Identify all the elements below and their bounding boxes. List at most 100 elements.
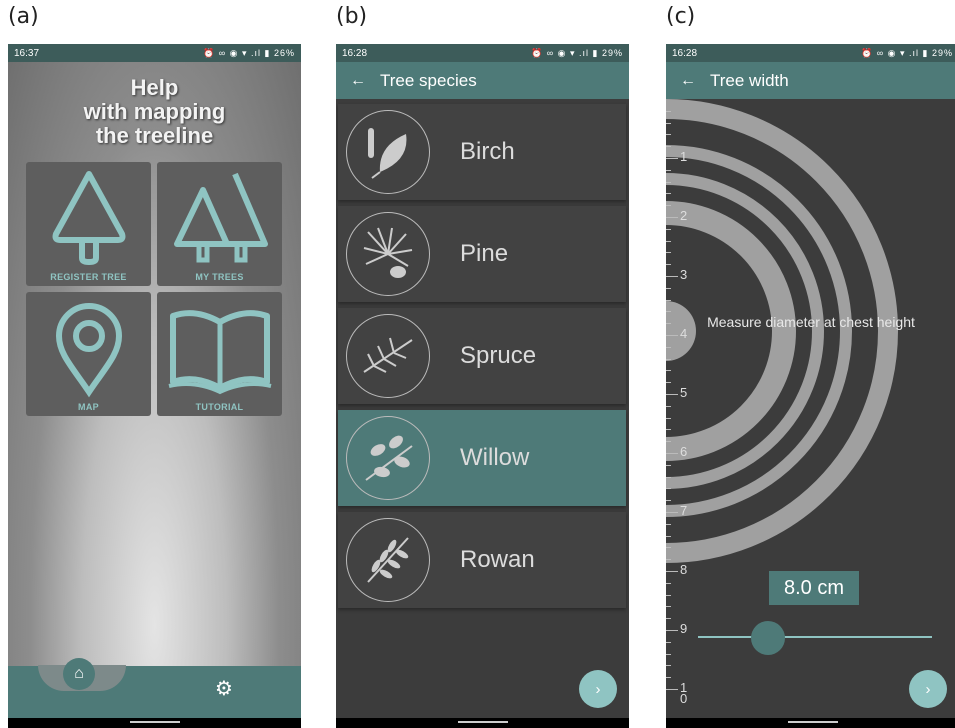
map-button[interactable]: MAP xyxy=(26,292,151,416)
bottom-navigation: ⌂ ⚙ xyxy=(8,658,301,718)
status-bar: 16:28 ⏰ ∞ ◉ ▾ .ıl ▮ 29% xyxy=(666,44,955,62)
ruler-major-tick xyxy=(666,217,678,218)
ruler-minor-tick xyxy=(666,240,671,242)
species-row-rowan[interactable]: Rowan xyxy=(338,512,626,608)
ruler-minor-tick xyxy=(666,594,671,596)
ruler-minor-tick xyxy=(666,417,671,419)
app-title-line: the treeline xyxy=(95,123,214,148)
ruler-label: 1 xyxy=(680,149,688,164)
tree-rings-graphic xyxy=(666,99,898,563)
ruler-major-tick xyxy=(666,512,678,513)
screen-title: Tree species xyxy=(380,70,477,90)
ruler-label: 7 xyxy=(680,503,688,518)
species-name: Spruce xyxy=(460,342,537,369)
ruler-minor-tick xyxy=(666,193,671,195)
tree-icon xyxy=(52,171,125,266)
ruler-minor-tick xyxy=(666,665,671,667)
birch-leaf-icon xyxy=(346,110,430,194)
instruction-text: Measure diameter at chest height xyxy=(707,314,915,330)
next-button[interactable]: › xyxy=(909,670,947,708)
phone-width-screen: 16:28 ⏰ ∞ ◉ ▾ .ıl ▮ 29% ← Tree width 1 2 3… xyxy=(666,44,955,728)
two-trees-icon xyxy=(173,172,268,263)
ruler-minor-tick xyxy=(666,641,671,643)
width-slider-thumb[interactable] xyxy=(751,621,786,655)
app-title: Help with mapping the treeline xyxy=(8,76,301,148)
ruler-minor-tick xyxy=(666,606,671,608)
ruler-minor-tick xyxy=(666,169,671,171)
species-name: Willow xyxy=(460,444,530,471)
species-row-willow[interactable]: Willow xyxy=(338,410,626,506)
ruler-minor-tick xyxy=(666,382,671,384)
screen-title: Tree width xyxy=(710,70,789,90)
panel-label-a: (a) xyxy=(8,4,39,29)
gear-icon: ⚙ xyxy=(215,678,233,700)
ruler-major-tick xyxy=(666,394,678,395)
home-icon: ⌂ xyxy=(74,665,84,682)
ruler-minor-tick xyxy=(666,370,671,372)
ruler-minor-tick xyxy=(666,346,671,348)
panel-label-c: (c) xyxy=(666,4,696,29)
ruler-minor-tick xyxy=(666,252,671,254)
chevron-right-icon: › xyxy=(595,680,601,698)
map-pin-icon xyxy=(55,303,122,398)
ruler-major-tick xyxy=(666,630,678,631)
width-value: 8.0 cm xyxy=(769,571,859,605)
ruler-minor-tick xyxy=(666,523,671,525)
register-tree-button[interactable]: REGISTER TREE xyxy=(26,162,151,286)
species-row-birch[interactable]: Birch xyxy=(338,104,626,200)
my-trees-button[interactable]: MY TREES xyxy=(157,162,282,286)
status-time: 16:28 xyxy=(672,47,698,59)
width-slider-track[interactable] xyxy=(698,636,932,638)
status-time: 16:28 xyxy=(342,47,368,59)
chevron-right-icon: › xyxy=(925,680,931,698)
status-icons: ⏰ ∞ ◉ ▾ .ıl ▮ 29% xyxy=(861,47,953,58)
ruler-major-tick xyxy=(666,689,678,690)
ruler-minor-tick xyxy=(666,500,671,502)
ruler-label: 8 xyxy=(680,562,688,577)
tile-label: TUTORIAL xyxy=(195,402,244,412)
system-nav-bar xyxy=(336,718,629,728)
ruler-minor-tick xyxy=(666,311,671,313)
system-nav-bar xyxy=(666,718,955,728)
ruler-minor-tick xyxy=(666,441,671,443)
home-button[interactable]: ⌂ xyxy=(63,658,95,690)
ruler-minor-tick xyxy=(666,488,671,490)
back-arrow-icon[interactable]: ← xyxy=(666,72,710,90)
status-bar: 16:28 ⏰ ∞ ◉ ▾ .ıl ▮ 29% xyxy=(336,44,629,62)
tile-label: MAP xyxy=(78,402,99,412)
ruler-minor-tick xyxy=(666,464,671,466)
ruler-label: 5 xyxy=(680,385,688,400)
species-name: Rowan xyxy=(460,546,535,573)
ruler-minor-tick xyxy=(666,181,671,183)
status-icons: ⏰ ∞ ◉ ▾ .ıl ▮ 29% xyxy=(531,47,623,58)
ruler-minor-tick xyxy=(666,618,671,620)
ruler-minor-tick xyxy=(666,559,671,561)
ruler-label: 3 xyxy=(680,267,688,282)
ruler-minor-tick xyxy=(666,287,671,289)
status-icons: ⏰ ∞ ◉ ▾ .ıl ▮ 26% xyxy=(203,47,295,58)
status-time: 16:37 xyxy=(14,47,40,59)
ruler-minor-tick xyxy=(666,146,671,148)
phone-home-screen: 16:37 ⏰ ∞ ◉ ▾ .ıl ▮ 26% Help with mappin… xyxy=(8,44,301,728)
settings-button[interactable]: ⚙ xyxy=(215,676,233,701)
ruler-minor-tick xyxy=(666,358,671,360)
ruler-minor-tick xyxy=(666,228,671,230)
back-arrow-icon[interactable]: ← xyxy=(336,72,380,90)
pine-icon xyxy=(346,212,430,296)
species-row-pine[interactable]: Pine xyxy=(338,206,626,302)
species-name: Pine xyxy=(460,240,509,267)
tile-label: REGISTER TREE xyxy=(50,272,127,282)
system-nav-bar xyxy=(8,718,301,728)
ruler-minor-tick xyxy=(666,429,671,431)
ruler-label: 4 xyxy=(680,326,688,341)
ruler-major-tick xyxy=(666,276,678,277)
app-bar: ← Tree width xyxy=(666,62,955,99)
ruler-minor-tick xyxy=(666,264,671,266)
ruler-label: 6 xyxy=(680,444,688,459)
next-button[interactable]: › xyxy=(579,670,617,708)
tutorial-button[interactable]: TUTORIAL xyxy=(157,292,282,416)
ruler-label: 2 xyxy=(680,208,688,223)
species-row-spruce[interactable]: Spruce xyxy=(338,308,626,404)
spruce-icon xyxy=(346,314,430,398)
ruler-minor-tick xyxy=(666,653,671,655)
